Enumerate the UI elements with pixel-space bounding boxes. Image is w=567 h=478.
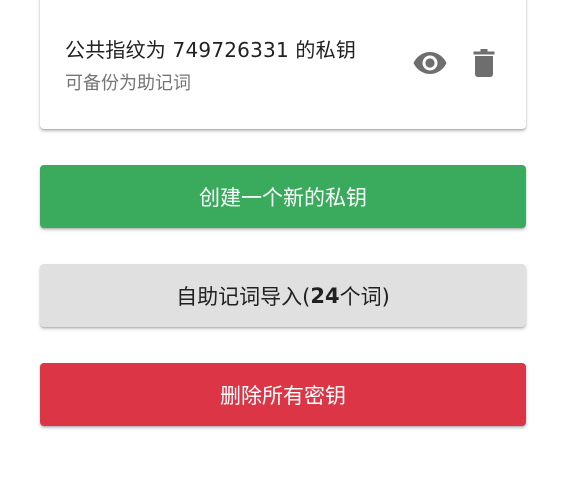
create-key-label: 创建一个新的私钥 [199, 185, 367, 210]
delete-all-keys-button[interactable]: 删除所有密钥 [40, 363, 526, 426]
trash-icon [473, 49, 495, 77]
eye-icon [413, 52, 447, 74]
import-word-count: 24 [310, 283, 340, 308]
key-subtitle: 可备份为助记词 [65, 73, 191, 94]
key-title: 公共指纹为 749726331 的私钥 [65, 38, 357, 62]
create-key-button[interactable]: 创建一个新的私钥 [40, 165, 526, 228]
delete-key-button[interactable] [466, 45, 502, 81]
key-card: 公共指纹为 749726331 的私钥 可备份为助记词 [40, 0, 526, 129]
show-key-button[interactable] [412, 45, 448, 81]
import-label-suffix: 个词) [339, 284, 390, 309]
import-label-prefix: 自助记词导入( [176, 284, 311, 309]
delete-all-label: 删除所有密钥 [220, 383, 346, 408]
import-mnemonic-button[interactable]: 自助记词导入(24 个词) [40, 264, 526, 327]
